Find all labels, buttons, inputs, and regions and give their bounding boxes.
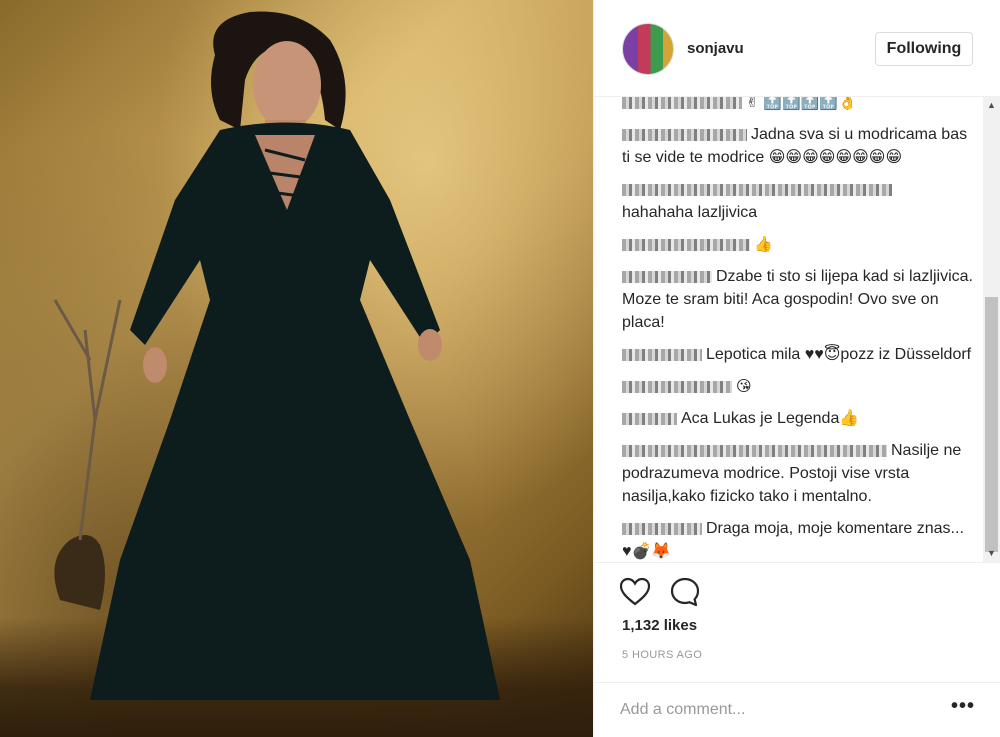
blurred-username bbox=[622, 412, 677, 425]
blurred-username bbox=[622, 380, 732, 393]
comment: Aca Lukas je Legenda👍 bbox=[622, 407, 977, 430]
comment: 😘 bbox=[622, 375, 977, 398]
blurred-username bbox=[622, 97, 742, 109]
avatar[interactable] bbox=[622, 23, 674, 75]
woman-in-dress-illustration bbox=[53, 11, 500, 700]
right-hand bbox=[418, 329, 442, 361]
post-timestamp[interactable]: 5 HOURS AGO bbox=[622, 649, 702, 661]
comment: Lepotica mila ♥♥😇pozz iz Düsseldorf bbox=[622, 343, 977, 366]
add-comment-input[interactable] bbox=[620, 695, 920, 725]
blurred-username bbox=[622, 270, 712, 283]
blurred-username bbox=[622, 522, 702, 535]
add-comment-bar: ••• bbox=[594, 682, 1000, 737]
comment: hahahaha lazljivica bbox=[622, 178, 977, 224]
comment: Dzabe ti sto si lijepa kad si lazljivica… bbox=[622, 265, 977, 334]
more-options-icon[interactable]: ••• bbox=[951, 696, 975, 716]
post-photo[interactable] bbox=[0, 0, 593, 737]
post-actions: 1,132 likes 5 HOURS AGO bbox=[594, 562, 1000, 682]
left-hand bbox=[143, 347, 167, 383]
comment: 👍 bbox=[622, 233, 977, 256]
likes-count[interactable]: 1,132 likes bbox=[622, 617, 697, 634]
heart-icon[interactable] bbox=[618, 575, 652, 609]
following-button[interactable]: Following bbox=[875, 32, 973, 66]
blurred-username bbox=[622, 348, 702, 361]
comment-bubble-icon[interactable] bbox=[668, 575, 702, 609]
comment-text: hahahaha lazljivica bbox=[622, 204, 758, 221]
comments-list[interactable]: ✌ 🔝🔝🔝🔝👌 Jadna sva si u modricama bas ti … bbox=[594, 97, 1000, 562]
scroll-up-arrow-icon[interactable]: ▲ bbox=[983, 97, 1000, 114]
comment: Draga moja, moje komentare znas... ♥💣🦊 bbox=[622, 517, 977, 562]
post-header: sonjavu Following bbox=[594, 0, 1000, 97]
blurred-username bbox=[622, 183, 892, 196]
comment: Jadna sva si u modricama bas ti se vide … bbox=[622, 123, 977, 169]
comments-scrollbar[interactable]: ▲ ▼ bbox=[983, 97, 1000, 562]
comment-text: Aca Lukas je Legenda👍 bbox=[681, 410, 860, 427]
blurred-username bbox=[622, 238, 750, 251]
branches bbox=[53, 299, 122, 541]
blurred-username bbox=[622, 444, 887, 457]
face bbox=[253, 41, 321, 129]
comment: Nasilje ne podrazumeva modrice. Postoji … bbox=[622, 439, 977, 508]
comment-emoji: 👍 bbox=[754, 235, 773, 253]
dress bbox=[90, 122, 500, 700]
scroll-down-arrow-icon[interactable]: ▼ bbox=[983, 545, 1000, 562]
comment: ✌ 🔝🔝🔝🔝👌 bbox=[622, 97, 977, 114]
comment-emoji: ✌ 🔝🔝🔝🔝👌 bbox=[746, 97, 857, 111]
scroll-thumb[interactable] bbox=[985, 297, 998, 552]
username[interactable]: sonjavu bbox=[687, 40, 744, 57]
comment-emoji: 😘 bbox=[736, 377, 752, 395]
vase bbox=[54, 535, 105, 610]
comment-text: Lepotica mila ♥♥😇pozz iz Düsseldorf bbox=[706, 346, 972, 363]
post-side-panel: sonjavu Following ✌ 🔝🔝🔝🔝👌 Jadna sva si u… bbox=[593, 0, 1000, 737]
blurred-username bbox=[622, 128, 747, 141]
